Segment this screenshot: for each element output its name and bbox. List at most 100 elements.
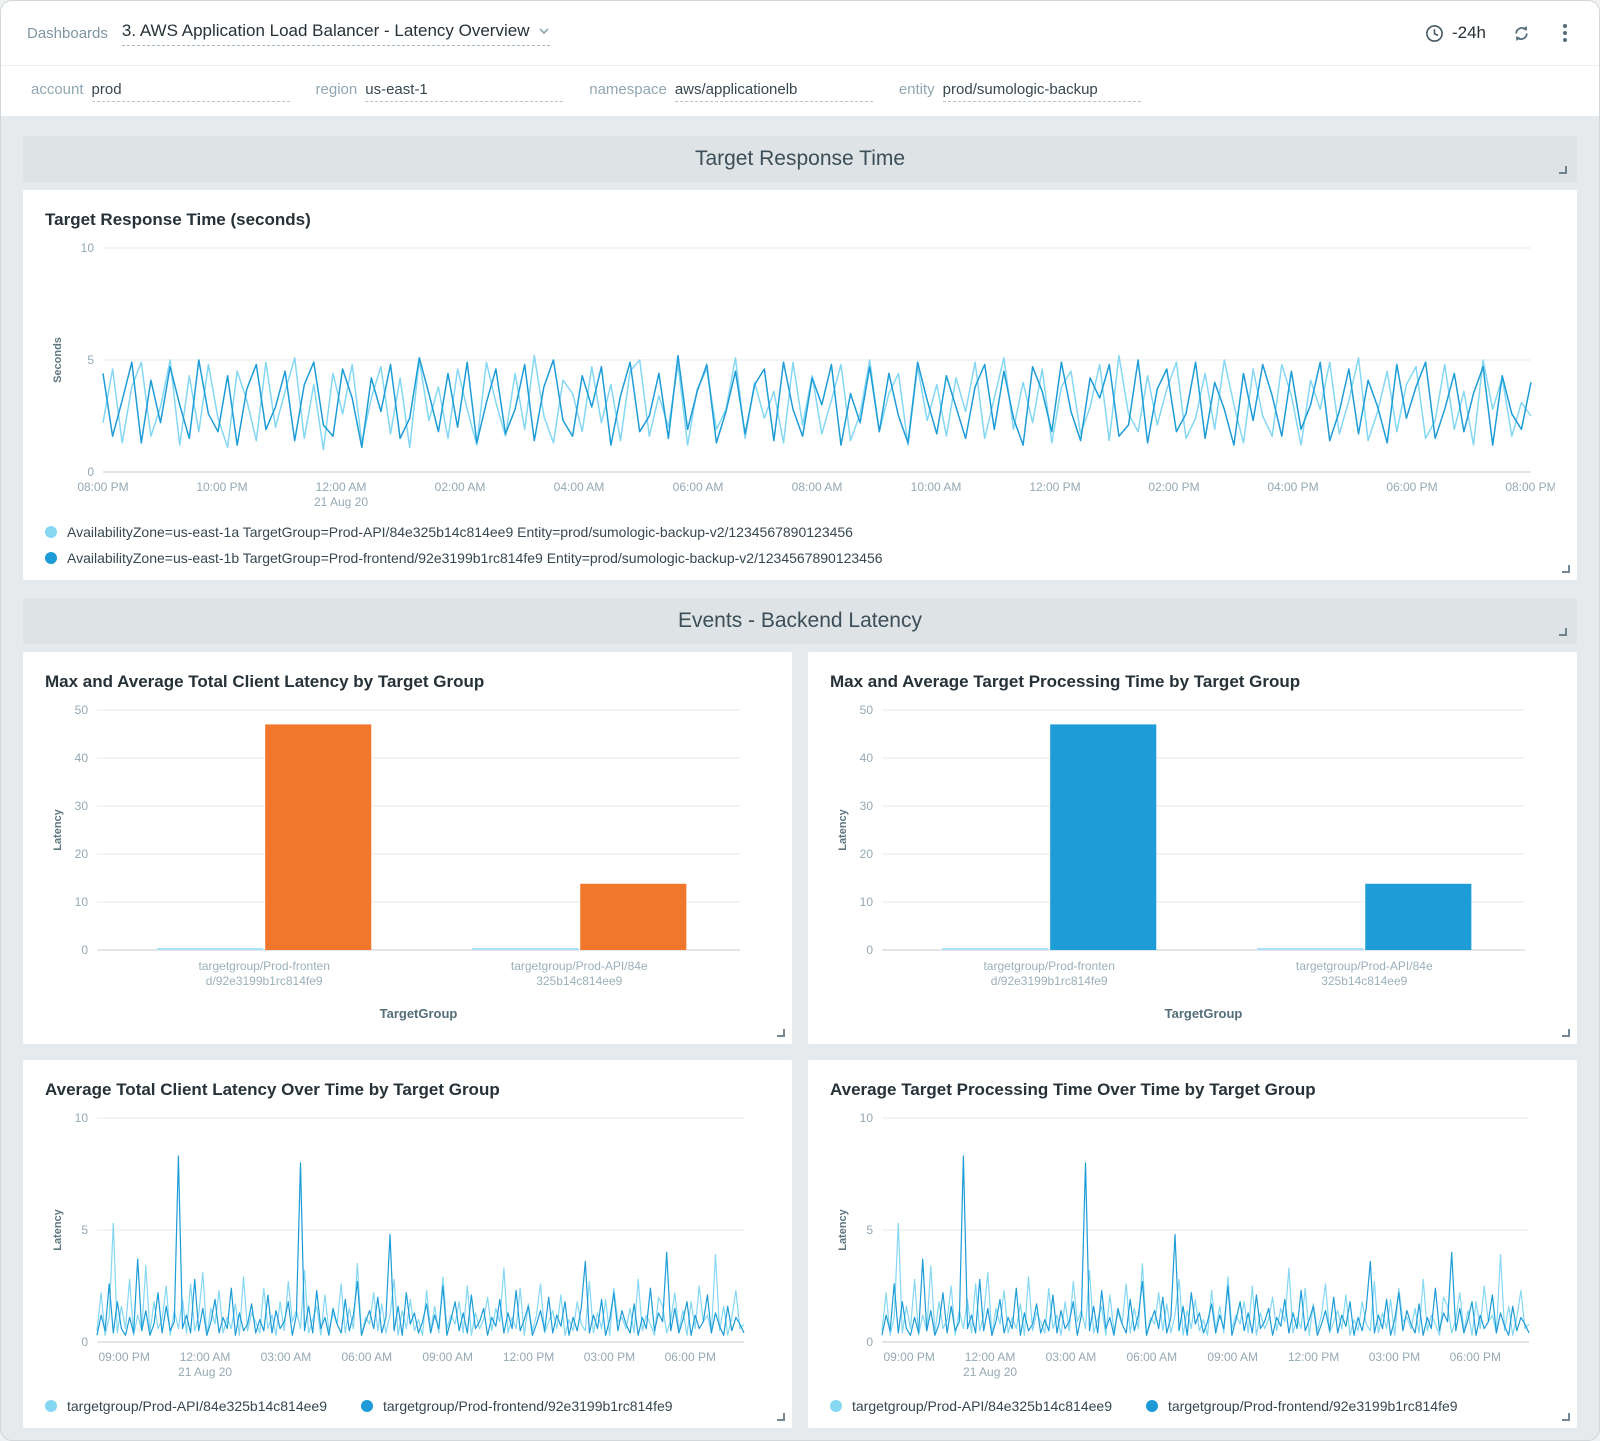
filter-value-account[interactable]: prod (92, 81, 290, 102)
page-title: 3. AWS Application Load Balancer - Laten… (122, 21, 530, 41)
filter-bar: account prod region us-east-1 namespace … (1, 65, 1599, 116)
svg-text:10:00 PM: 10:00 PM (196, 480, 247, 494)
legend-label: targetgroup/Prod-API/84e325b14c814ee9 (67, 1398, 327, 1414)
panel-title: Max and Average Total Client Latency by … (45, 672, 770, 692)
svg-text:02:00 AM: 02:00 AM (435, 480, 486, 494)
dashboard-title-dropdown[interactable]: 3. AWS Application Load Balancer - Laten… (122, 21, 551, 46)
filter-value-namespace[interactable]: aws/applicationelb (675, 81, 873, 102)
legend: targetgroup/Prod-API/84e325b14c814ee9 ta… (45, 1398, 770, 1414)
panel-grid: Max and Average Total Client Latency by … (23, 652, 1577, 1428)
legend-item[interactable]: targetgroup/Prod-frontend/92e3199b1rc814… (361, 1398, 673, 1414)
breadcrumb[interactable]: Dashboards (27, 25, 108, 42)
filter-label-account: account (31, 81, 84, 98)
dashboard-body: Target Response Time Target Response Tim… (1, 116, 1599, 1441)
svg-text:Seconds: Seconds (52, 337, 64, 383)
filter-entity: entity prod/sumologic-backup (899, 81, 1141, 102)
svg-text:10: 10 (860, 1111, 874, 1125)
svg-text:5: 5 (866, 1223, 873, 1237)
legend-item[interactable]: targetgroup/Prod-frontend/92e3199b1rc814… (1146, 1398, 1458, 1414)
svg-text:40: 40 (860, 751, 874, 765)
svg-text:04:00 AM: 04:00 AM (554, 480, 605, 494)
svg-text:06:00 PM: 06:00 PM (665, 1350, 716, 1364)
svg-text:06:00 AM: 06:00 AM (341, 1350, 392, 1364)
legend-item[interactable]: targetgroup/Prod-API/84e325b14c814ee9 (830, 1398, 1112, 1414)
legend-label: targetgroup/Prod-frontend/92e3199b1rc814… (383, 1398, 673, 1414)
svg-text:12:00 AM: 12:00 AM (316, 480, 367, 494)
header-right: -24h (1425, 22, 1573, 44)
filter-region: region us-east-1 (316, 81, 564, 102)
client-latency-line-chart[interactable]: 0510Latency09:00 PM12:00 AM21 Aug 2003:0… (45, 1108, 770, 1388)
filter-label-entity: entity (899, 81, 935, 98)
svg-text:21 Aug 20: 21 Aug 20 (314, 495, 368, 509)
svg-text:Latency: Latency (837, 1208, 849, 1250)
legend-dot (45, 1400, 57, 1412)
section-header-events-backend-latency[interactable]: Events - Backend Latency (23, 598, 1577, 644)
chevron-down-icon (538, 27, 550, 35)
legend-dot (361, 1400, 373, 1412)
refresh-button[interactable] (1512, 24, 1531, 43)
legend-dot (830, 1400, 842, 1412)
svg-text:21 Aug 20: 21 Aug 20 (178, 1365, 232, 1379)
svg-text:0: 0 (81, 1335, 88, 1349)
expand-corner-icon[interactable] (1559, 166, 1567, 174)
expand-corner-icon[interactable] (777, 1029, 785, 1037)
svg-text:Latency: Latency (837, 808, 849, 850)
panel-client-latency-line: Average Total Client Latency Over Time b… (23, 1060, 792, 1428)
svg-text:06:00 PM: 06:00 PM (1450, 1350, 1501, 1364)
time-range-label: -24h (1452, 23, 1486, 43)
legend-item[interactable]: AvailabilityZone=us-east-1a TargetGroup=… (45, 524, 1555, 540)
svg-text:0: 0 (866, 1335, 873, 1349)
svg-text:09:00 PM: 09:00 PM (98, 1350, 149, 1364)
svg-text:21 Aug 20: 21 Aug 20 (963, 1365, 1017, 1379)
response-time-chart[interactable]: 0510Seconds08:00 PM10:00 PM12:00 AM21 Au… (45, 238, 1555, 518)
filter-value-region[interactable]: us-east-1 (365, 81, 563, 102)
svg-text:10:00 AM: 10:00 AM (911, 480, 962, 494)
svg-text:04:00 PM: 04:00 PM (1267, 480, 1318, 494)
svg-text:0: 0 (81, 943, 88, 957)
svg-text:Latency: Latency (52, 808, 64, 850)
svg-text:0: 0 (866, 943, 873, 957)
expand-corner-icon[interactable] (1562, 1029, 1570, 1037)
refresh-icon (1512, 24, 1531, 43)
expand-corner-icon[interactable] (1559, 628, 1567, 636)
svg-text:02:00 PM: 02:00 PM (1148, 480, 1199, 494)
svg-text:09:00 AM: 09:00 AM (1207, 1350, 1258, 1364)
svg-text:40: 40 (75, 751, 89, 765)
svg-text:targetgroup/Prod-fronten: targetgroup/Prod-fronten (198, 959, 329, 973)
svg-text:12:00 PM: 12:00 PM (1029, 480, 1080, 494)
svg-text:50: 50 (860, 703, 874, 717)
filter-value-entity[interactable]: prod/sumologic-backup (943, 81, 1141, 102)
kebab-menu-button[interactable] (1557, 22, 1573, 44)
top-header: Dashboards 3. AWS Application Load Balan… (1, 1, 1599, 65)
svg-text:30: 30 (860, 799, 874, 813)
svg-text:10: 10 (860, 895, 874, 909)
panel-target-response-time: Target Response Time (seconds) 0510Secon… (23, 190, 1577, 580)
clock-icon (1425, 24, 1444, 43)
section-header-target-response-time[interactable]: Target Response Time (23, 136, 1577, 182)
time-range-button[interactable]: -24h (1425, 23, 1486, 43)
svg-text:12:00 PM: 12:00 PM (503, 1350, 554, 1364)
panel-title: Average Target Processing Time Over Time… (830, 1080, 1555, 1100)
expand-corner-icon[interactable] (1562, 565, 1570, 573)
processing-time-bar-chart[interactable]: 01020304050Latencytargetgroup/Prod-front… (830, 700, 1555, 1030)
header-left: Dashboards 3. AWS Application Load Balan… (27, 21, 550, 46)
legend-item[interactable]: AvailabilityZone=us-east-1b TargetGroup=… (45, 550, 1555, 566)
expand-corner-icon[interactable] (1562, 1413, 1570, 1421)
svg-text:TargetGroup: TargetGroup (380, 1006, 458, 1021)
panel-title: Target Response Time (seconds) (45, 210, 1555, 230)
svg-text:03:00 PM: 03:00 PM (1369, 1350, 1420, 1364)
processing-time-line-chart[interactable]: 0510Latency09:00 PM12:00 AM21 Aug 2003:0… (830, 1108, 1555, 1388)
svg-text:06:00 AM: 06:00 AM (1126, 1350, 1177, 1364)
svg-text:targetgroup/Prod-API/84e: targetgroup/Prod-API/84e (1296, 959, 1433, 973)
expand-corner-icon[interactable] (777, 1413, 785, 1421)
legend-dot (45, 526, 57, 538)
filter-account: account prod (31, 81, 290, 102)
legend-item[interactable]: targetgroup/Prod-API/84e325b14c814ee9 (45, 1398, 327, 1414)
svg-text:20: 20 (860, 847, 874, 861)
client-latency-bar-chart[interactable]: 01020304050Latencytargetgroup/Prod-front… (45, 700, 770, 1030)
svg-text:09:00 PM: 09:00 PM (883, 1350, 934, 1364)
panel-title: Max and Average Target Processing Time b… (830, 672, 1555, 692)
svg-text:03:00 AM: 03:00 AM (261, 1350, 312, 1364)
svg-text:5: 5 (81, 1223, 88, 1237)
filter-label-region: region (316, 81, 358, 98)
